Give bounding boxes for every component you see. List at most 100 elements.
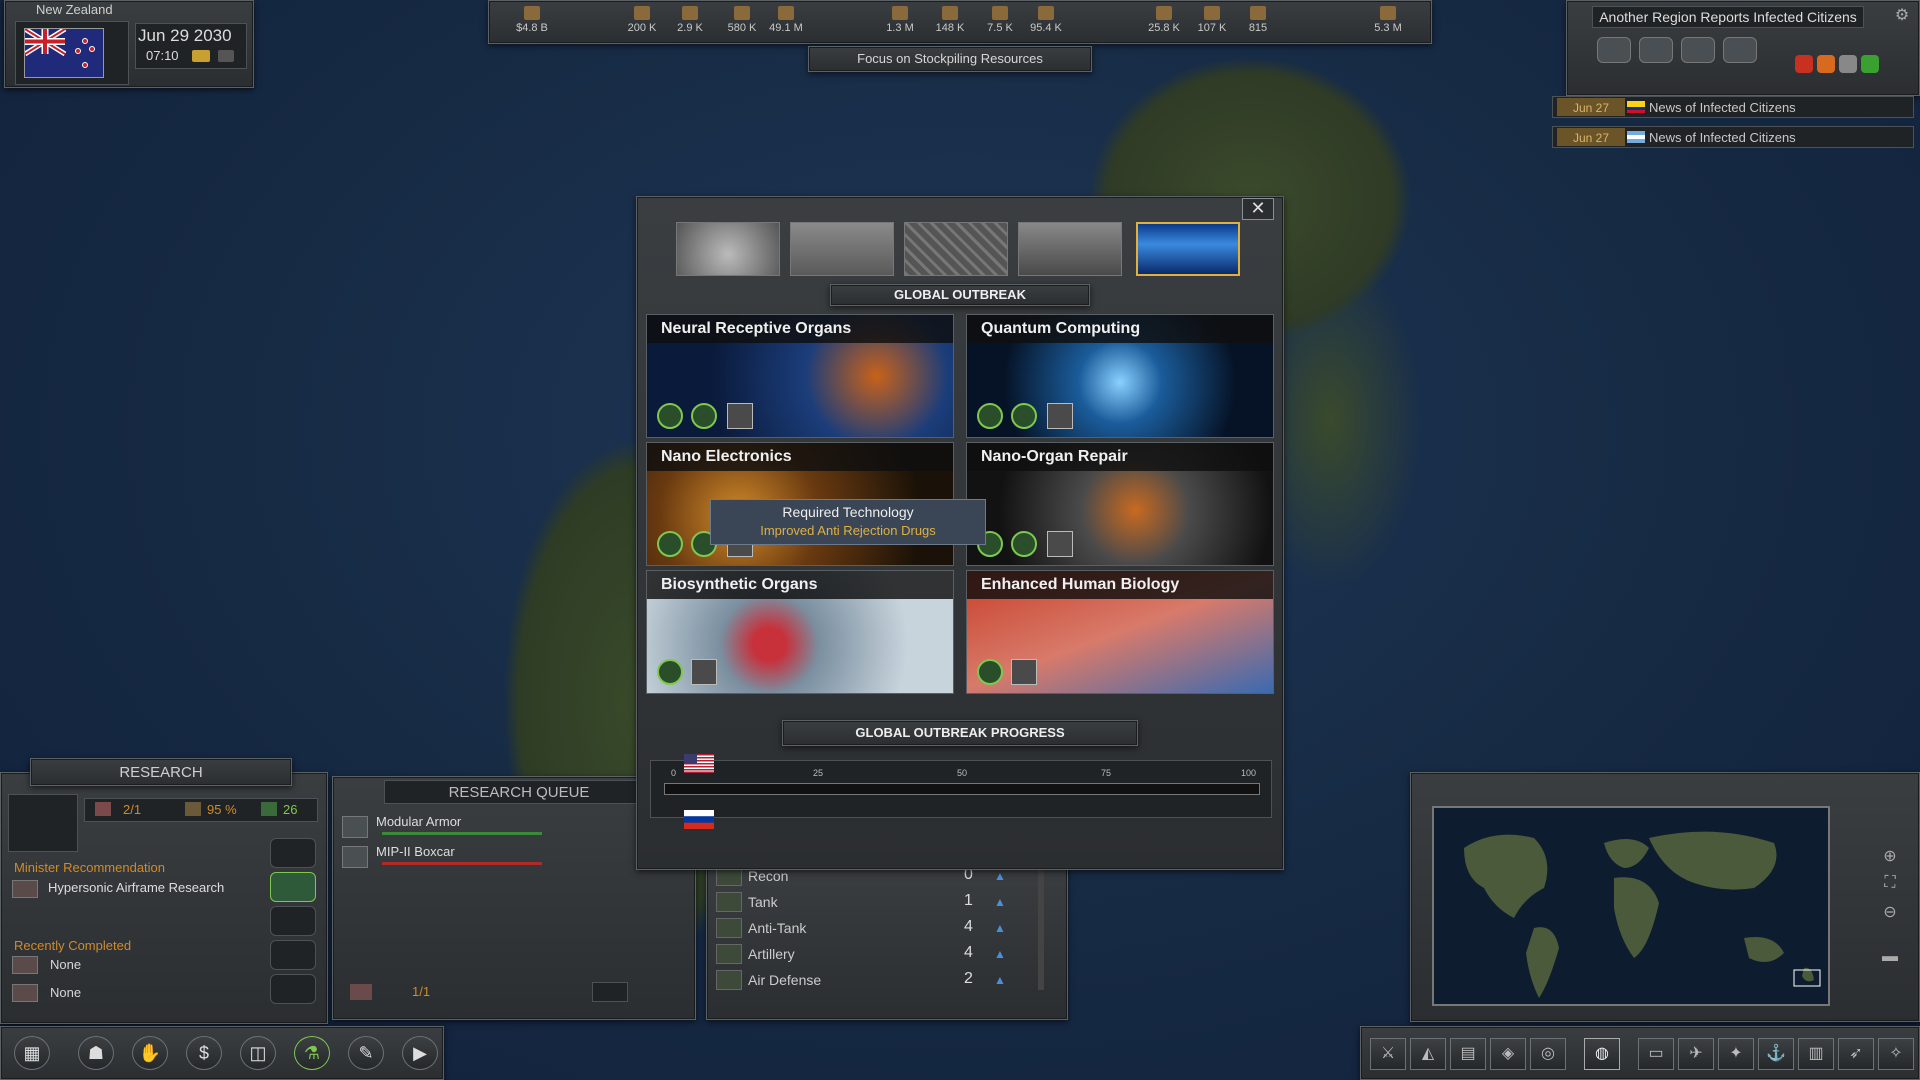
satellite-filter-icon[interactable]: ✧ — [1878, 1038, 1914, 1070]
alert-green-icon[interactable] — [1861, 55, 1879, 73]
colombia-flag-icon — [1627, 101, 1645, 113]
increase-arrow-icon[interactable]: ▲ — [994, 973, 1006, 987]
settings-gear-icon[interactable]: ⚙ — [1893, 7, 1911, 25]
aircraft-filter-icon[interactable]: ✈ — [1678, 1038, 1714, 1070]
resource-value: 5.3 M — [1374, 22, 1402, 34]
pause-icon[interactable] — [218, 50, 234, 62]
research-icon — [8, 794, 78, 852]
category-missile-button[interactable] — [270, 974, 316, 1004]
queue-item[interactable]: MIP-II Boxcar — [342, 844, 642, 872]
queue-item[interactable]: Modular Armor — [342, 814, 642, 842]
tab-space-thumb[interactable] — [790, 222, 894, 276]
tech-card-quantum-computing[interactable]: Quantum Computing — [966, 314, 1274, 438]
minister-recommendation[interactable]: Hypersonic Airframe Research — [12, 878, 256, 900]
naval-filter-icon[interactable]: ⚓ — [1758, 1038, 1794, 1070]
unit-count: 2 — [964, 970, 973, 988]
units-flag-icon[interactable]: ▶ — [402, 1036, 438, 1070]
tech-item-icon — [12, 956, 38, 974]
minister-label: Minister Recommendation — [14, 860, 165, 875]
tooltip-requirement: Improved Anti Rejection Drugs — [711, 523, 985, 538]
resource-value: 148 K — [936, 22, 965, 34]
alert-orange-icon[interactable] — [1817, 55, 1835, 73]
tech-card-neural-receptive-organs[interactable]: Neural Receptive Organs — [646, 314, 954, 438]
helicopter-filter-icon[interactable]: ✦ — [1718, 1038, 1754, 1070]
unit-row[interactable]: Tank1▲ — [716, 892, 1016, 916]
chart-icon[interactable] — [1723, 37, 1757, 63]
alert-gray-icon[interactable] — [1839, 55, 1857, 73]
production-cube-icon[interactable]: ◫ — [240, 1036, 276, 1070]
queue-progress-bar — [382, 832, 542, 835]
map-icon[interactable]: ▦ — [14, 1036, 50, 1070]
infantry-filter-icon[interactable]: ⚔ — [1370, 1038, 1406, 1070]
unit-type-icon — [716, 970, 742, 990]
target-filter-icon[interactable]: ◎ — [1530, 1038, 1566, 1070]
unit-type-icon — [716, 892, 742, 912]
tab-nuclear-thumb[interactable] — [676, 222, 780, 276]
category-science-button[interactable] — [270, 872, 316, 902]
uranium-icon — [992, 6, 1008, 20]
diplomacy-icon[interactable] — [1597, 37, 1631, 63]
globe-filter-icon[interactable]: ◍ — [1584, 1038, 1620, 1070]
resource-value: 815 — [1249, 22, 1267, 34]
play-speed-icon[interactable] — [192, 50, 210, 62]
missile-filter-icon[interactable]: ➶ — [1838, 1038, 1874, 1070]
close-button[interactable]: ✕ — [1242, 198, 1274, 220]
category-naval-button[interactable] — [270, 940, 316, 970]
resource-indicator[interactable]: 5.3 M — [1358, 6, 1418, 34]
recon-filter-icon[interactable]: ◭ — [1410, 1038, 1446, 1070]
usa-flag-icon — [684, 754, 714, 773]
zoom-in-icon[interactable]: ⊕ — [1878, 846, 1902, 870]
shield-filter-icon[interactable]: ◈ — [1490, 1038, 1526, 1070]
finance-dollar-icon[interactable]: $ — [186, 1036, 222, 1070]
vehicle-filter-icon[interactable]: ▭ — [1638, 1038, 1674, 1070]
tab-robotics-thumb[interactable] — [1018, 222, 1122, 276]
research-check-icon — [657, 531, 683, 557]
minimap-mode-icon[interactable]: ▬ — [1878, 948, 1902, 972]
world-minimap[interactable] — [1432, 806, 1830, 1006]
news-date: Jun 27 — [1557, 128, 1625, 146]
military-wrench-icon[interactable]: ✎ — [348, 1036, 384, 1070]
unit-row[interactable]: Anti-Tank4▲ — [716, 918, 1016, 942]
increase-arrow-icon[interactable]: ▲ — [994, 869, 1006, 883]
recent-item[interactable]: None — [12, 954, 212, 976]
unit-row[interactable]: Air Defense2▲ — [716, 970, 1016, 994]
recent-item[interactable]: None — [12, 982, 212, 1004]
recent-item-name: None — [50, 985, 81, 1000]
resource-indicator[interactable]: 2.9 K — [660, 6, 720, 34]
queue-add-button[interactable] — [592, 982, 628, 1002]
category-air-button[interactable] — [270, 906, 316, 936]
diplomacy-handshake-icon[interactable]: ✋ — [132, 1036, 168, 1070]
tech-card-biosynthetic-organs[interactable]: Biosynthetic Organs — [646, 570, 954, 694]
news-item[interactable]: Jun 27 News of Infected Citizens — [1552, 96, 1914, 118]
news-item[interactable]: Jun 27 News of Infected Citizens — [1552, 126, 1914, 148]
research-flask-icon[interactable]: ⚗ — [294, 1036, 330, 1070]
government-icon[interactable]: ☗ — [78, 1036, 114, 1070]
tech-card-enhanced-human-biology[interactable]: Enhanced Human Biology — [966, 570, 1274, 694]
alert-red-icon[interactable] — [1795, 55, 1813, 73]
resource-indicator[interactable]: 815 — [1228, 6, 1288, 34]
building-filter-icon[interactable]: ▥ — [1798, 1038, 1834, 1070]
calendar-icon[interactable] — [1681, 37, 1715, 63]
queue-item-name: MIP-II Boxcar — [376, 844, 455, 859]
tech-card-nano-organ-repair[interactable]: Nano-Organ Repair — [966, 442, 1274, 566]
tank-filter-icon[interactable]: ▤ — [1450, 1038, 1486, 1070]
resource-indicator[interactable]: $4.8 B — [502, 6, 562, 34]
resource-indicator[interactable]: 49.1 M — [756, 6, 816, 34]
news-headline[interactable]: Another Region Reports Infected Citizens — [1592, 6, 1864, 28]
increase-arrow-icon[interactable]: ▲ — [994, 947, 1006, 961]
tab-outbreak-thumb[interactable] — [1136, 222, 1240, 276]
news-date: Jun 27 — [1557, 98, 1625, 116]
resource-indicator[interactable]: 95.4 K — [1016, 6, 1076, 34]
unit-row[interactable]: Artillery4▲ — [716, 944, 1016, 968]
increase-arrow-icon[interactable]: ▲ — [994, 895, 1006, 909]
objective-banner[interactable]: Focus on Stockpiling Resources — [808, 46, 1092, 72]
increase-arrow-icon[interactable]: ▲ — [994, 921, 1006, 935]
intel-icon[interactable] — [1639, 37, 1673, 63]
resource-value: 2.9 K — [677, 22, 703, 34]
tab-network-thumb[interactable] — [904, 222, 1008, 276]
category-ground-button[interactable] — [270, 838, 316, 868]
zoom-fit-icon[interactable]: ⛶ — [1878, 874, 1902, 898]
country-flag[interactable] — [24, 28, 104, 78]
zoom-out-icon[interactable]: ⊖ — [1878, 902, 1902, 926]
units-scrollbar[interactable] — [1038, 864, 1044, 990]
